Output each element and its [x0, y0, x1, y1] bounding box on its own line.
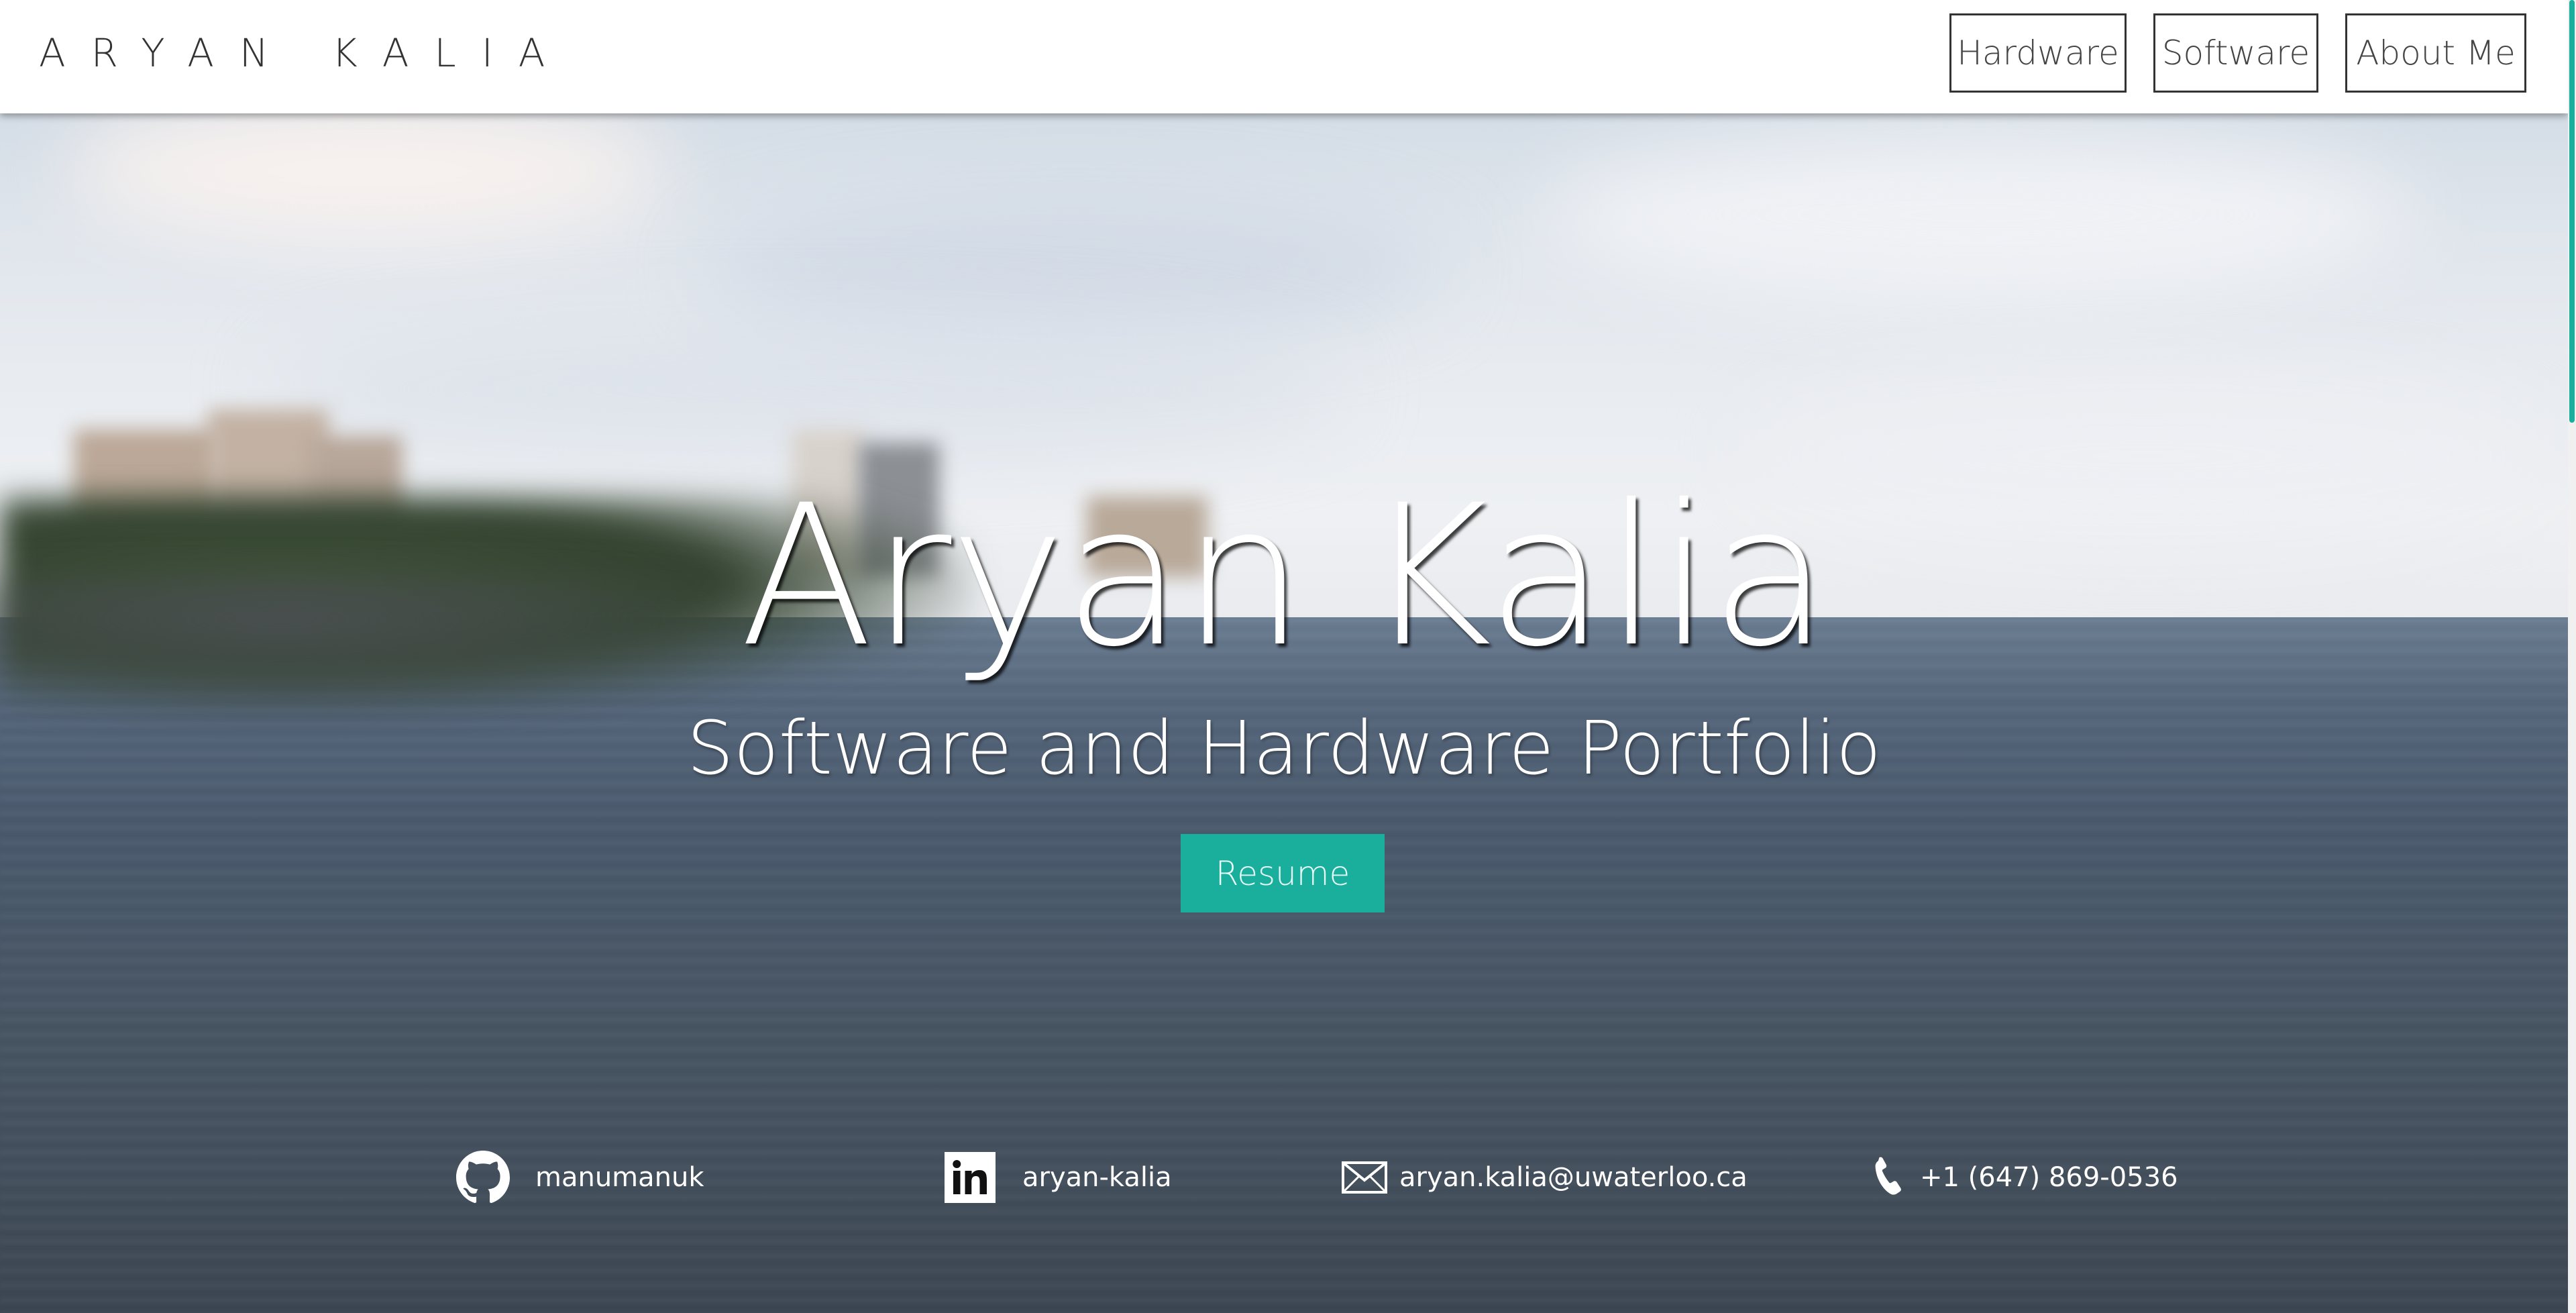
contact-linkedin-text: aryan-kalia [1022, 1162, 1172, 1193]
phone-icon [1869, 1154, 1907, 1201]
resume-button[interactable]: Resume [1181, 834, 1385, 912]
nav-about-me-label: About Me [2356, 34, 2516, 72]
contact-phone-link[interactable]: +1 (647) 869-0536 [1869, 1141, 2178, 1214]
nav-software-label: Software [2161, 34, 2310, 72]
linkedin-icon [945, 1152, 996, 1203]
resume-button-label: Resume [1215, 853, 1350, 893]
page: ARYAN KALIA Hardware Software About Me A… [0, 0, 2576, 1313]
contact-email-text: aryan.kalia@uwaterloo.ca [1399, 1162, 1748, 1193]
nav-about-me-button[interactable]: About Me [2345, 13, 2526, 93]
brand-logo-text[interactable]: ARYAN KALIA [39, 27, 570, 79]
top-navbar: ARYAN KALIA Hardware Software About Me [0, 0, 2568, 113]
nav-hardware-label: Hardware [1957, 34, 2119, 72]
contact-github-link[interactable]: manumanuk [456, 1141, 704, 1214]
contact-phone-text: +1 (647) 869-0536 [1920, 1162, 2178, 1193]
hero-subtitle: Software and Hardware Portfolio [686, 705, 1882, 791]
nav-software-button[interactable]: Software [2153, 13, 2318, 93]
page-scrollbar[interactable] [2568, 0, 2576, 1313]
github-icon [456, 1151, 510, 1204]
scrollbar-thumb[interactable] [2569, 0, 2575, 423]
contact-linkedin-link[interactable]: aryan-kalia [945, 1141, 1172, 1214]
contact-github-text: manumanuk [535, 1162, 704, 1193]
mail-icon [1342, 1161, 1387, 1194]
contact-email-link[interactable]: aryan.kalia@uwaterloo.ca [1342, 1141, 1748, 1214]
hero-title: Aryan Kalia [739, 464, 1830, 690]
nav-hardware-button[interactable]: Hardware [1949, 13, 2127, 93]
